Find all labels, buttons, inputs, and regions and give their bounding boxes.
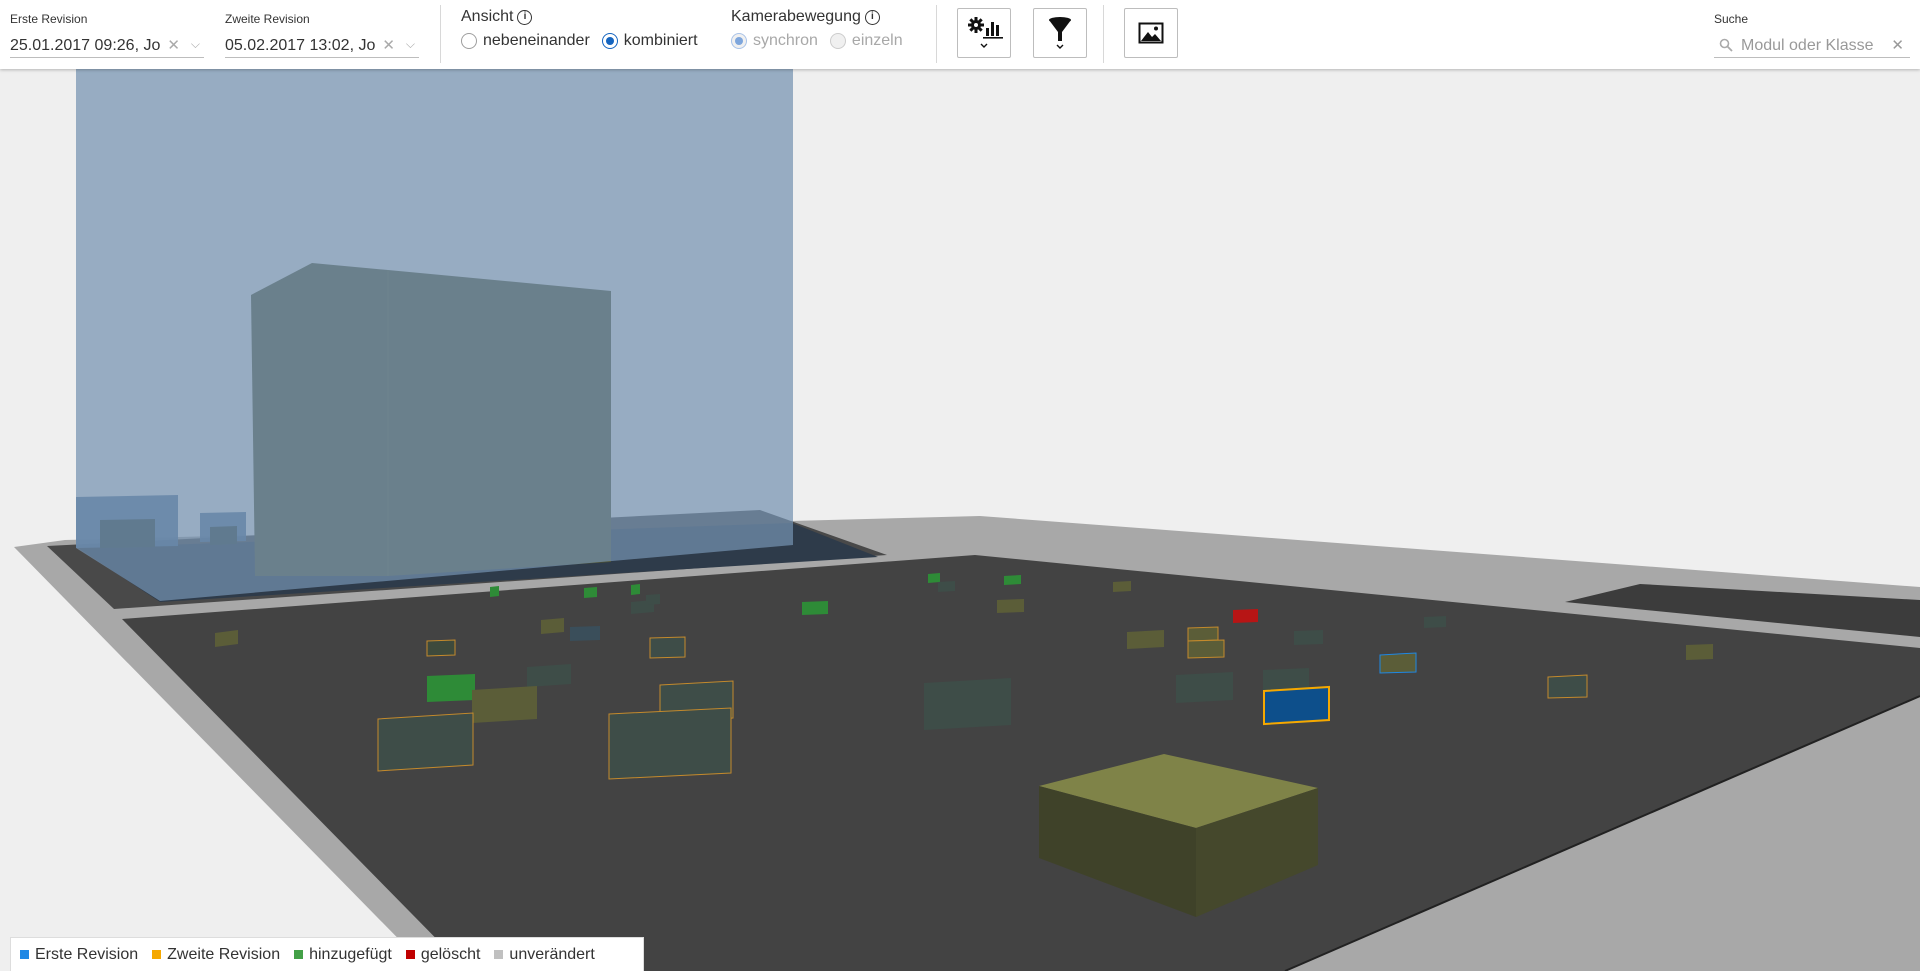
second-revision-label: Zweite Revision xyxy=(225,12,310,26)
view-combined-label: kombiniert xyxy=(623,32,698,49)
metrics-settings-button[interactable] xyxy=(957,8,1011,58)
info-icon[interactable]: i xyxy=(517,9,533,25)
legend-label: unverändert xyxy=(509,945,595,963)
legend-item: gelöscht xyxy=(405,945,481,964)
camera-single-label: einzeln xyxy=(851,32,903,49)
legend-swatch xyxy=(405,950,415,959)
legend-item: hinzugefügt xyxy=(294,946,392,964)
chevron-down-icon[interactable]: ⌵ xyxy=(191,37,200,52)
search-label: Suche xyxy=(1714,12,1749,26)
city-3d-view[interactable] xyxy=(0,69,1920,971)
second-revision-select[interactable]: Zweite Revision 05.02.2017 13:02, Jo ✕ ⌵ xyxy=(225,12,419,58)
camera-mode-title: Kamerabewegung xyxy=(731,8,861,25)
clear-icon[interactable]: ✕ xyxy=(167,36,180,54)
radio-circle-selected xyxy=(601,33,618,49)
radio-circle xyxy=(829,33,846,49)
search-icon xyxy=(1719,38,1733,52)
camera-sync-label: synchron xyxy=(753,32,818,49)
first-revision-value: 25.01.2017 09:26, Jo xyxy=(10,37,160,54)
selection-highlight xyxy=(76,69,793,601)
screenshot-button[interactable] xyxy=(1124,8,1178,58)
image-icon xyxy=(1138,22,1164,44)
legend: Erste Revision Zweite Revision hinzugefü… xyxy=(10,937,644,971)
info-icon[interactable]: i xyxy=(864,9,880,25)
funnel-icon xyxy=(1049,17,1071,49)
search-box: Suche ✕ xyxy=(1714,12,1910,58)
legend-item: unverändert xyxy=(494,945,595,964)
camera-mode-group: Kamerabewegung i synchron einzeln xyxy=(731,8,915,50)
clear-icon[interactable]: ✕ xyxy=(1891,36,1904,54)
legend-label: Zweite Revision xyxy=(167,945,281,963)
chevron-down-icon[interactable]: ⌵ xyxy=(406,37,415,52)
gear-chart-icon xyxy=(968,17,1003,48)
legend-label: Erste Revision xyxy=(35,945,139,963)
radio-circle xyxy=(461,33,477,49)
legend-swatch xyxy=(20,950,29,959)
camera-sync-radio[interactable]: synchron xyxy=(731,32,818,50)
legend-item: Erste Revision xyxy=(20,946,138,964)
view-combined-radio[interactable]: kombiniert xyxy=(601,32,698,50)
legend-swatch xyxy=(152,950,162,959)
search-input[interactable] xyxy=(1741,37,1891,55)
view-mode-group: Ansicht i nebeneinander kombiniert xyxy=(461,8,710,50)
camera-single-radio[interactable]: einzeln xyxy=(829,32,903,50)
clear-icon[interactable]: ✕ xyxy=(382,36,395,54)
toolbar: Erste Revision 25.01.2017 09:26, Jo ✕ ⌵ … xyxy=(0,0,1920,69)
legend-swatch xyxy=(294,950,304,959)
legend-label: hinzugefügt xyxy=(309,945,392,963)
second-revision-value: 05.02.2017 13:02, Jo xyxy=(225,37,375,54)
first-revision-label: Erste Revision xyxy=(10,12,88,26)
first-revision-select[interactable]: Erste Revision 25.01.2017 09:26, Jo ✕ ⌵ xyxy=(10,12,204,58)
radio-circle-selected xyxy=(731,33,747,49)
divider xyxy=(440,5,441,63)
divider xyxy=(1103,5,1104,63)
legend-swatch xyxy=(494,950,504,959)
legend-item: Zweite Revision xyxy=(152,946,280,964)
view-side-by-side-radio[interactable]: nebeneinander xyxy=(461,32,590,50)
view-mode-title: Ansicht xyxy=(461,8,514,25)
filter-button[interactable] xyxy=(1033,8,1087,58)
view-side-by-side-label: nebeneinander xyxy=(483,32,590,49)
divider xyxy=(936,5,937,63)
legend-label: gelöscht xyxy=(420,945,481,963)
